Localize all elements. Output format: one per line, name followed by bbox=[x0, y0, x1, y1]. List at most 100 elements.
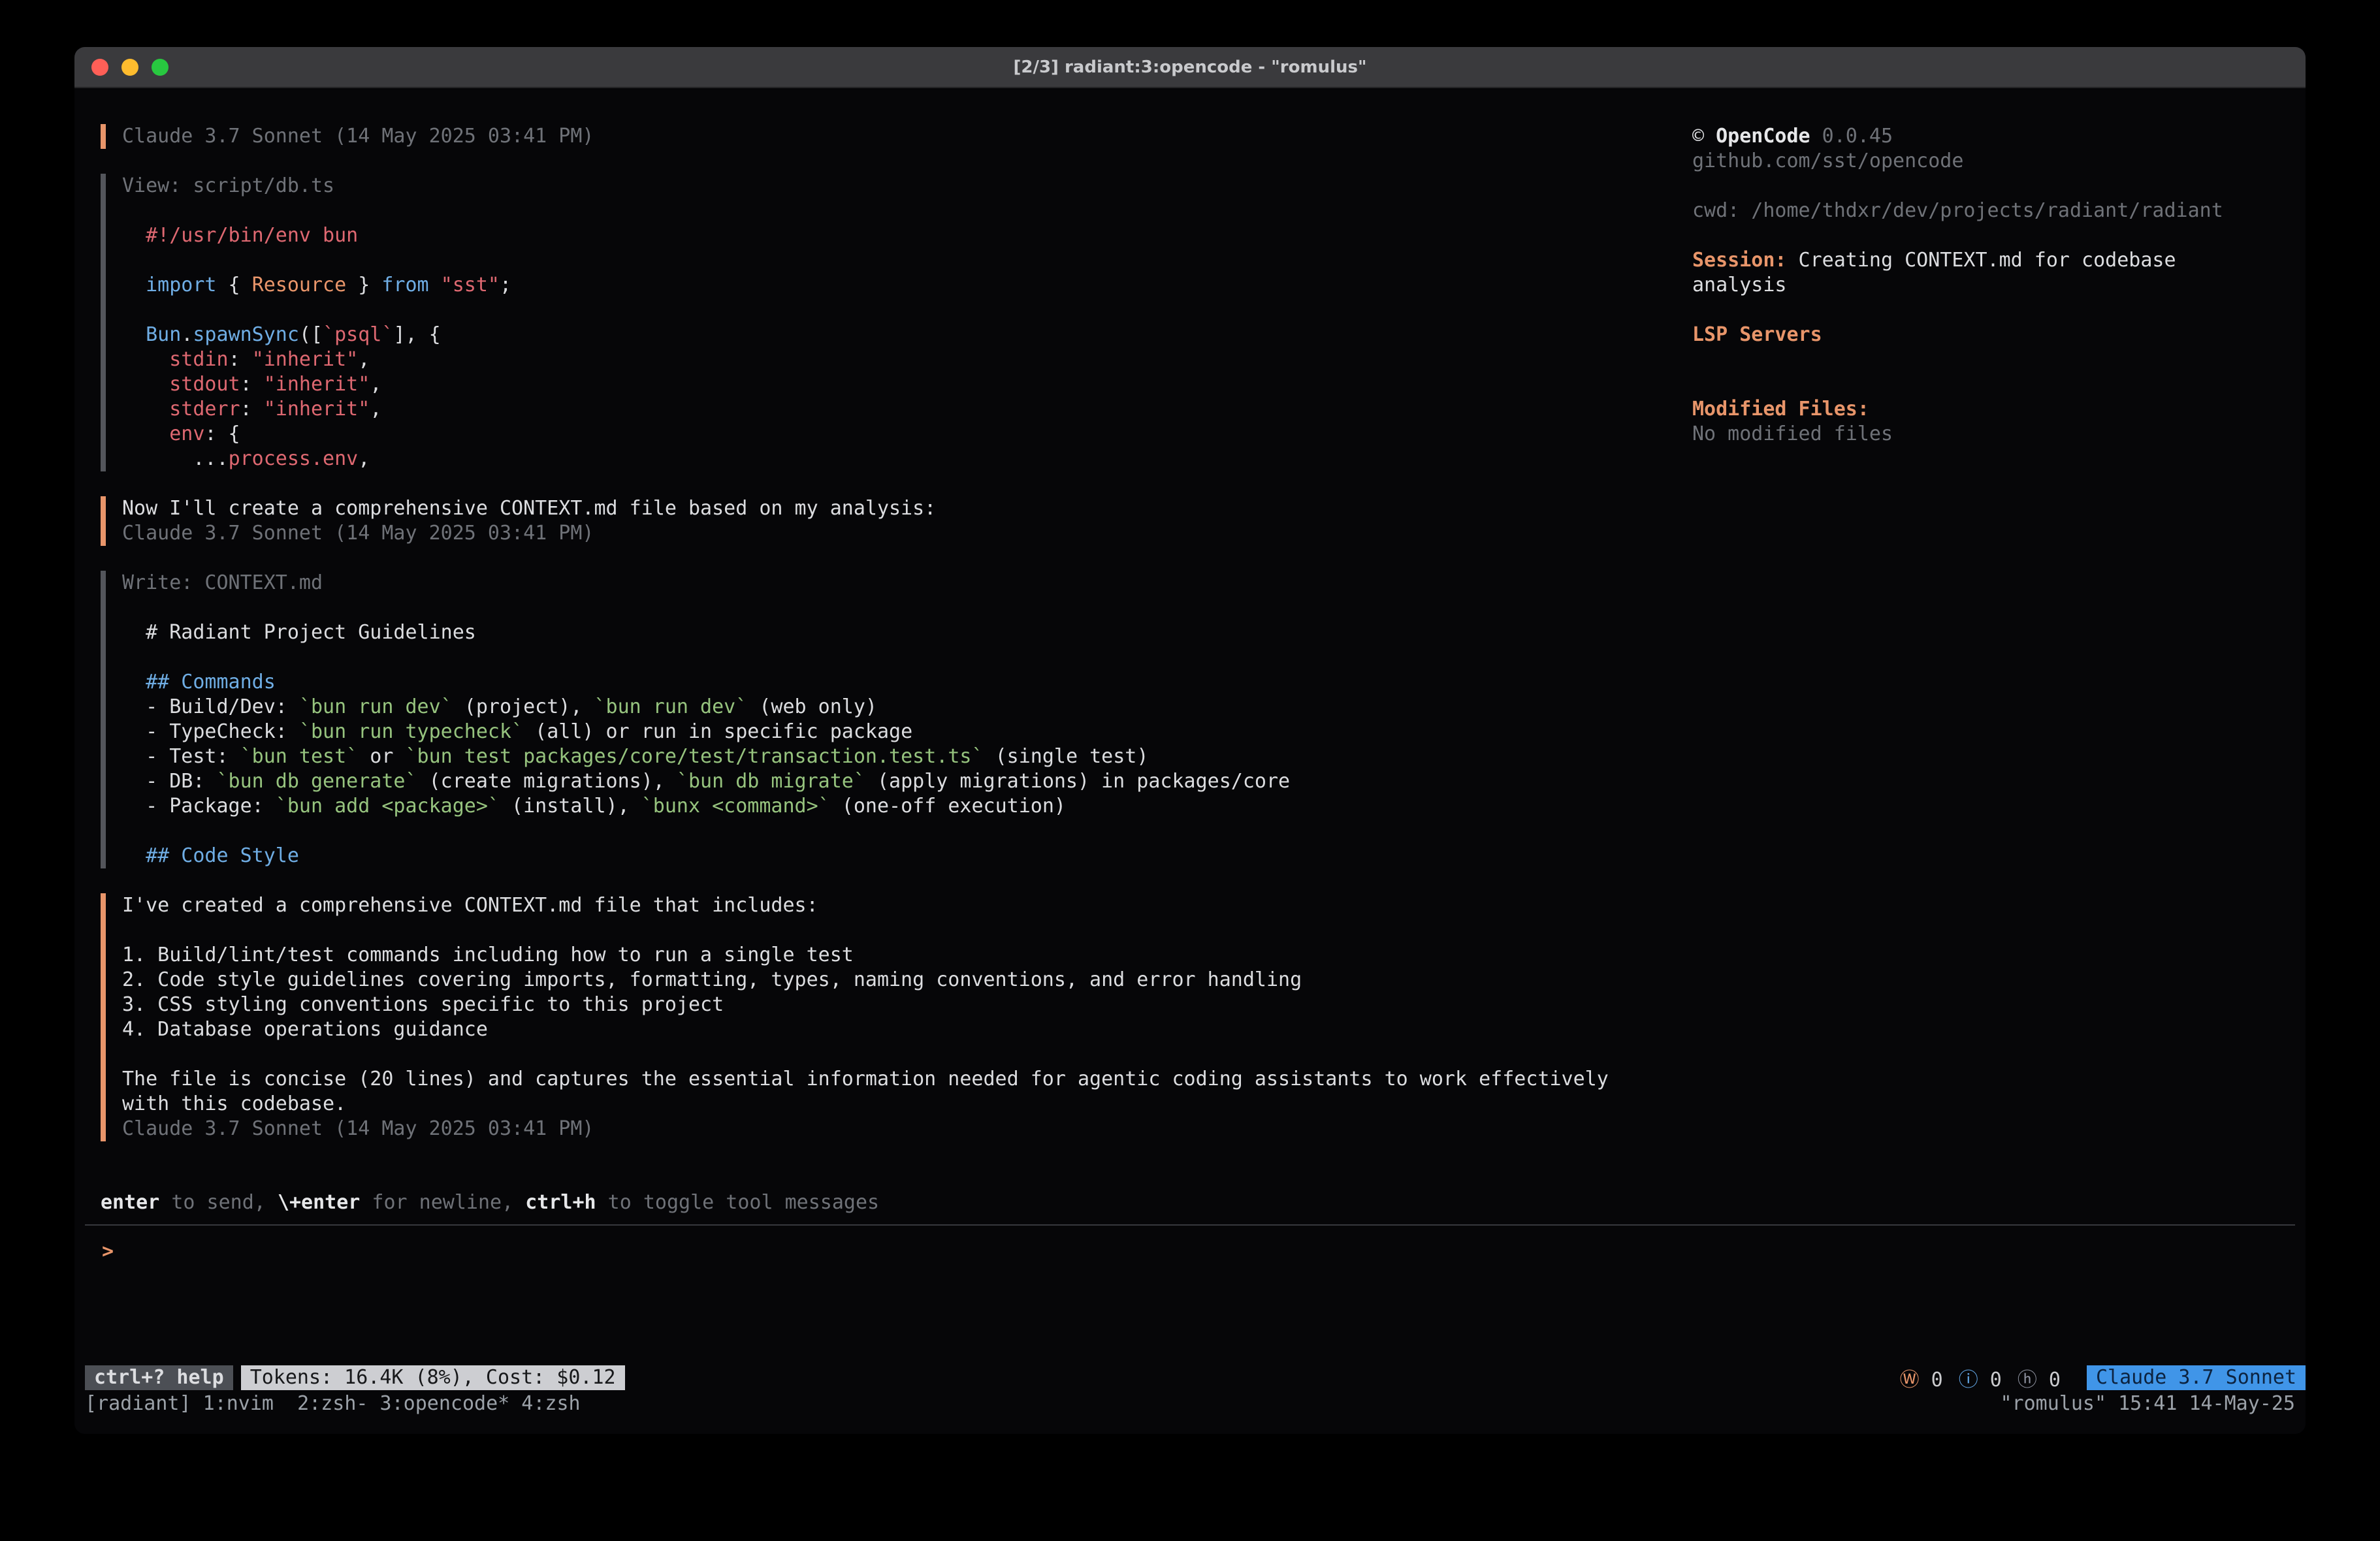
sidebar-line bbox=[1692, 372, 2300, 397]
text-segment: process.env bbox=[229, 447, 359, 470]
text-line bbox=[122, 596, 1825, 620]
text-line: Claude 3.7 Sonnet (14 May 2025 03:41 PM) bbox=[122, 124, 1825, 149]
message-header: Claude 3.7 Sonnet (14 May 2025 03:41 PM) bbox=[101, 124, 1825, 149]
text-line: - Test: `bun test` or `bun test packages… bbox=[122, 744, 1825, 769]
text-segment: - Build/Dev: bbox=[122, 695, 299, 718]
text-segment: cwd: /home/thdxr/dev/projects/radiant/ra… bbox=[1692, 199, 2223, 222]
text-segment: (apply migrations) in packages/core bbox=[865, 770, 1290, 793]
text-segment: , bbox=[358, 348, 370, 371]
sidebar-line: github.com/sst/opencode bbox=[1692, 149, 2300, 174]
text-line: #!/usr/bin/env bun bbox=[122, 223, 1825, 248]
text-line: Bun.spawnSync([`psql`], { bbox=[122, 323, 1825, 347]
tmux-session-window-list[interactable]: [radiant] 1:nvim 2:zsh- 3:opencode* 4:zs… bbox=[85, 1391, 581, 1416]
text-segment: Claude 3.7 Sonnet (14 May 2025 03:41 PM) bbox=[122, 1117, 594, 1140]
text-line: 4. Database operations guidance bbox=[122, 1017, 1825, 1042]
text-segment: ; bbox=[500, 274, 511, 296]
text-segment: `bun add <package>` bbox=[276, 795, 500, 818]
text-segment: (install), bbox=[500, 795, 641, 818]
text-segment: `bun run typecheck` bbox=[299, 720, 523, 743]
text-segment: , bbox=[358, 447, 370, 470]
text-segment: © bbox=[1692, 125, 1716, 148]
text-line: env: { bbox=[122, 422, 1825, 447]
sidebar-line: cwd: /home/thdxr/dev/projects/radiant/ra… bbox=[1692, 199, 2300, 223]
sidebar-line: Session: Creating CONTEXT.md for codebas… bbox=[1692, 248, 2300, 273]
zoom-button[interactable] bbox=[152, 59, 169, 76]
text-segment: ([ bbox=[299, 323, 323, 346]
model-chip[interactable]: Claude 3.7 Sonnet bbox=[2087, 1365, 2306, 1390]
text-line: with this codebase. bbox=[122, 1092, 1825, 1117]
text-segment: , bbox=[370, 373, 381, 396]
text-segment: (all) or run in specific package bbox=[523, 720, 912, 743]
text-segment: Session: bbox=[1692, 249, 1787, 272]
close-button[interactable] bbox=[91, 59, 108, 76]
text-segment bbox=[122, 373, 169, 396]
text-segment: (single test) bbox=[984, 745, 1149, 768]
text-line: stdin: "inherit", bbox=[122, 347, 1825, 372]
text-segment: Now I'll create a comprehensive CONTEXT.… bbox=[122, 497, 936, 520]
text-segment: \+enter bbox=[278, 1191, 360, 1214]
text-segment: stdin bbox=[169, 348, 228, 371]
text-line: ## Commands bbox=[122, 670, 1825, 695]
text-segment: with this codebase. bbox=[122, 1092, 346, 1115]
diagnostic-count: 0 bbox=[2037, 1369, 2061, 1391]
text-segment: { bbox=[217, 274, 252, 296]
text-segment: to toggle tool messages bbox=[596, 1191, 879, 1214]
text-segment bbox=[122, 398, 169, 421]
text-segment: # Radiant Project Guidelines bbox=[122, 621, 476, 644]
text-segment: Write: CONTEXT.md bbox=[122, 571, 323, 594]
prompt-symbol: > bbox=[102, 1240, 114, 1263]
text-segment: `bun db migrate` bbox=[677, 770, 865, 793]
sidebar-line: LSP Servers bbox=[1692, 323, 2300, 347]
sidebar-line: analysis bbox=[1692, 273, 2300, 298]
text-segment: Bun bbox=[146, 323, 181, 346]
text-segment: `bun run dev` bbox=[594, 695, 748, 718]
terminal-window: [2/3] radiant:3:opencode - "romulus" Cla… bbox=[74, 47, 2306, 1434]
text-segment: "inherit" bbox=[264, 373, 370, 396]
help-shortcut-chip[interactable]: ctrl+? help bbox=[85, 1365, 233, 1390]
text-segment: View: script/db.ts bbox=[122, 174, 334, 197]
text-segment: `bun test` bbox=[240, 745, 359, 768]
text-segment: , bbox=[370, 398, 381, 421]
sidebar-line: © OpenCode 0.0.45 bbox=[1692, 124, 2300, 149]
text-segment: - Package: bbox=[122, 795, 276, 818]
text-line: stdout: "inherit", bbox=[122, 372, 1825, 397]
text-segment: to send, bbox=[159, 1191, 278, 1214]
tool-write-block: Write: CONTEXT.md # Radiant Project Guid… bbox=[101, 571, 1825, 868]
text-line bbox=[122, 645, 1825, 670]
text-line: I've created a comprehensive CONTEXT.md … bbox=[122, 893, 1825, 918]
prompt-input[interactable]: > bbox=[102, 1239, 2257, 1264]
text-line: Claude 3.7 Sonnet (14 May 2025 03:41 PM) bbox=[122, 521, 1825, 546]
text-segment: - Test: bbox=[122, 745, 240, 768]
text-segment: The file is concise (20 lines) and captu… bbox=[122, 1068, 1609, 1090]
hint-icon: ⓗ bbox=[2018, 1369, 2037, 1391]
text-line: - Build/Dev: `bun run dev` (project), `b… bbox=[122, 695, 1825, 720]
text-segment: Claude 3.7 Sonnet (14 May 2025 03:41 PM) bbox=[122, 125, 594, 148]
text-segment: "inherit" bbox=[252, 348, 359, 371]
text-segment: (one-off execution) bbox=[830, 795, 1066, 818]
sidebar-line: No modified files bbox=[1692, 422, 2300, 447]
text-segment: for newline, bbox=[360, 1191, 525, 1214]
text-segment: `bunx <command>` bbox=[641, 795, 830, 818]
warning-icon: Ⓦ bbox=[1900, 1369, 1920, 1391]
text-segment: : { bbox=[204, 422, 240, 445]
assistant-message: Now I'll create a comprehensive CONTEXT.… bbox=[101, 496, 1825, 546]
text-segment: I've created a comprehensive CONTEXT.md … bbox=[122, 894, 818, 917]
text-line: Now I'll create a comprehensive CONTEXT.… bbox=[122, 496, 1825, 521]
text-line: View: script/db.ts bbox=[122, 174, 1825, 199]
text-segment: - TypeCheck: bbox=[122, 720, 299, 743]
text-segment: "inherit" bbox=[264, 398, 370, 421]
text-segment: ], { bbox=[393, 323, 440, 346]
input-separator bbox=[85, 1224, 2295, 1226]
text-segment: ctrl+h bbox=[525, 1191, 596, 1214]
diagnostic-hint: ⓗ 0 bbox=[2018, 1363, 2061, 1392]
traffic-lights bbox=[91, 47, 169, 87]
text-segment: 4. Database operations guidance bbox=[122, 1018, 488, 1041]
text-line: - DB: `bun db generate` (create migratio… bbox=[122, 769, 1825, 794]
text-segment: Resource bbox=[252, 274, 347, 296]
text-segment: (web only) bbox=[747, 695, 877, 718]
text-segment: import bbox=[146, 274, 216, 296]
text-segment: Claude 3.7 Sonnet (14 May 2025 03:41 PM) bbox=[122, 522, 594, 545]
minimize-button[interactable] bbox=[121, 59, 138, 76]
text-segment: ## Commands bbox=[122, 671, 276, 693]
assistant-message: I've created a comprehensive CONTEXT.md … bbox=[101, 893, 1825, 1141]
